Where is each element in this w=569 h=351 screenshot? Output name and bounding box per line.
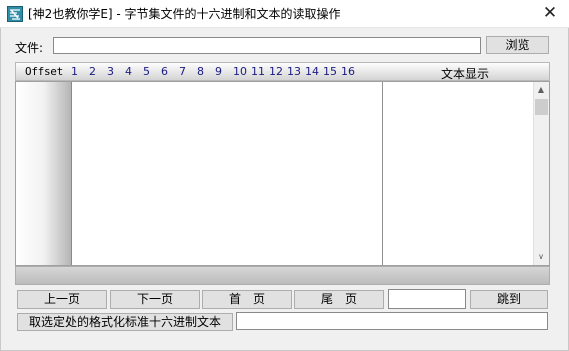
format-output-field[interactable] xyxy=(236,312,548,330)
column-header: 6 xyxy=(161,65,168,78)
column-header: 9 xyxy=(215,65,222,78)
close-icon[interactable]: ✕ xyxy=(533,2,567,26)
column-header: 15 xyxy=(323,65,337,78)
chevron-down-icon[interactable]: ∨ xyxy=(533,249,549,265)
browse-button[interactable]: 浏览 xyxy=(486,36,549,54)
column-header: 10 xyxy=(233,65,247,78)
column-header: 14 xyxy=(305,65,319,78)
column-header: 4 xyxy=(125,65,132,78)
column-header: 11 xyxy=(251,65,265,78)
scrollbar-thumb[interactable] xyxy=(535,99,548,115)
column-header: 12 xyxy=(269,65,283,78)
column-header: 16 xyxy=(341,65,355,78)
column-header: 1 xyxy=(71,65,78,78)
prev-page-button[interactable]: 上一页 xyxy=(17,290,107,309)
app-icon xyxy=(7,6,23,22)
file-path-input[interactable] xyxy=(53,37,481,54)
column-header: 3 xyxy=(107,65,114,78)
format-hex-button[interactable]: 取选定处的格式化标准十六进制文本 xyxy=(17,313,233,331)
offset-column xyxy=(16,82,72,265)
column-header: 2 xyxy=(89,65,96,78)
offset-header: Offset xyxy=(25,65,63,78)
chevron-up-icon[interactable]: ▲ xyxy=(533,82,549,98)
status-strip xyxy=(15,266,550,285)
column-header: 7 xyxy=(179,65,186,78)
file-label: 文件: xyxy=(15,41,44,55)
text-display-header: 文本显示 xyxy=(441,67,490,81)
page-number-input[interactable] xyxy=(388,289,466,309)
last-page-button[interactable]: 尾 页 xyxy=(294,290,384,309)
goto-button[interactable]: 跳到 xyxy=(470,290,548,309)
next-page-button[interactable]: 下一页 xyxy=(110,290,200,309)
window-title: [神2也教你学E] - 字节集文件的十六进制和文本的读取操作 xyxy=(28,7,341,21)
column-header: 13 xyxy=(287,65,301,78)
hex-view[interactable] xyxy=(15,81,550,266)
column-header: 5 xyxy=(143,65,150,78)
first-page-button[interactable]: 首 页 xyxy=(202,290,292,309)
column-header: 8 xyxy=(197,65,204,78)
text-divider xyxy=(382,82,383,265)
